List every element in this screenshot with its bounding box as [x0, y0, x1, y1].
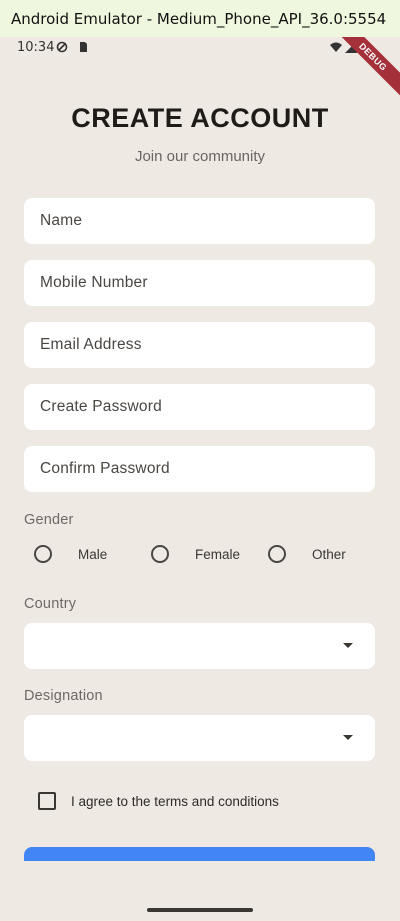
radio-label-female: Female	[195, 546, 241, 562]
dropdown-arrow-icon	[343, 735, 353, 740]
gender-option-other[interactable]: Other	[268, 542, 346, 566]
terms-row[interactable]: I agree to the terms and conditions	[38, 791, 279, 811]
gender-option-male[interactable]: Male	[34, 542, 107, 566]
sim-card-icon	[77, 41, 89, 53]
mobile-number-field-label: Mobile Number	[40, 274, 148, 291]
status-bar: 10:34 DEBUG	[0, 37, 400, 102]
radio-button-other[interactable]	[268, 545, 286, 563]
shield-icon	[56, 41, 68, 53]
create-password-field[interactable]: Create Password	[24, 384, 375, 430]
email-field[interactable]: Email Address	[24, 322, 375, 368]
create-password-field-label: Create Password	[40, 398, 162, 415]
window-title: Android Emulator - Medium_Phone_API_36.0…	[11, 9, 387, 28]
page-subtitle: Join our community	[134, 148, 266, 165]
emulator-title-bar: Android Emulator - Medium_Phone_API_36.0…	[0, 0, 400, 37]
home-indicator[interactable]	[147, 908, 253, 912]
page-title: CREATE ACCOUNT	[71, 103, 329, 133]
country-dropdown[interactable]	[24, 623, 375, 669]
radio-button-female[interactable]	[151, 545, 169, 563]
designation-label: Designation	[24, 688, 103, 704]
submit-button[interactable]	[24, 847, 375, 861]
gender-radio-group: Male Female Other	[34, 542, 374, 566]
confirm-password-field[interactable]: Confirm Password	[24, 446, 375, 492]
radio-label-other: Other	[312, 546, 346, 562]
country-label: Country	[24, 596, 77, 612]
wifi-icon	[330, 41, 342, 53]
confirm-password-field-label: Confirm Password	[40, 460, 170, 477]
name-field[interactable]: Name	[24, 198, 375, 244]
dropdown-arrow-icon	[343, 643, 353, 648]
terms-checkbox[interactable]	[38, 792, 56, 810]
navigation-bar	[0, 861, 400, 921]
phone-screen: 10:34 DEBUG CREATE ACCOUNT Join our comm…	[0, 37, 400, 921]
status-time: 10:34	[17, 40, 55, 55]
email-field-label: Email Address	[40, 336, 142, 353]
radio-button-male[interactable]	[34, 545, 52, 563]
terms-label: I agree to the terms and conditions	[71, 793, 279, 809]
mobile-number-field[interactable]: Mobile Number	[24, 260, 375, 306]
name-field-label: Name	[40, 212, 83, 229]
gender-option-female[interactable]: Female	[151, 542, 240, 566]
gender-label: Gender	[24, 512, 74, 528]
designation-dropdown[interactable]	[24, 715, 375, 761]
radio-label-male: Male	[78, 546, 108, 562]
